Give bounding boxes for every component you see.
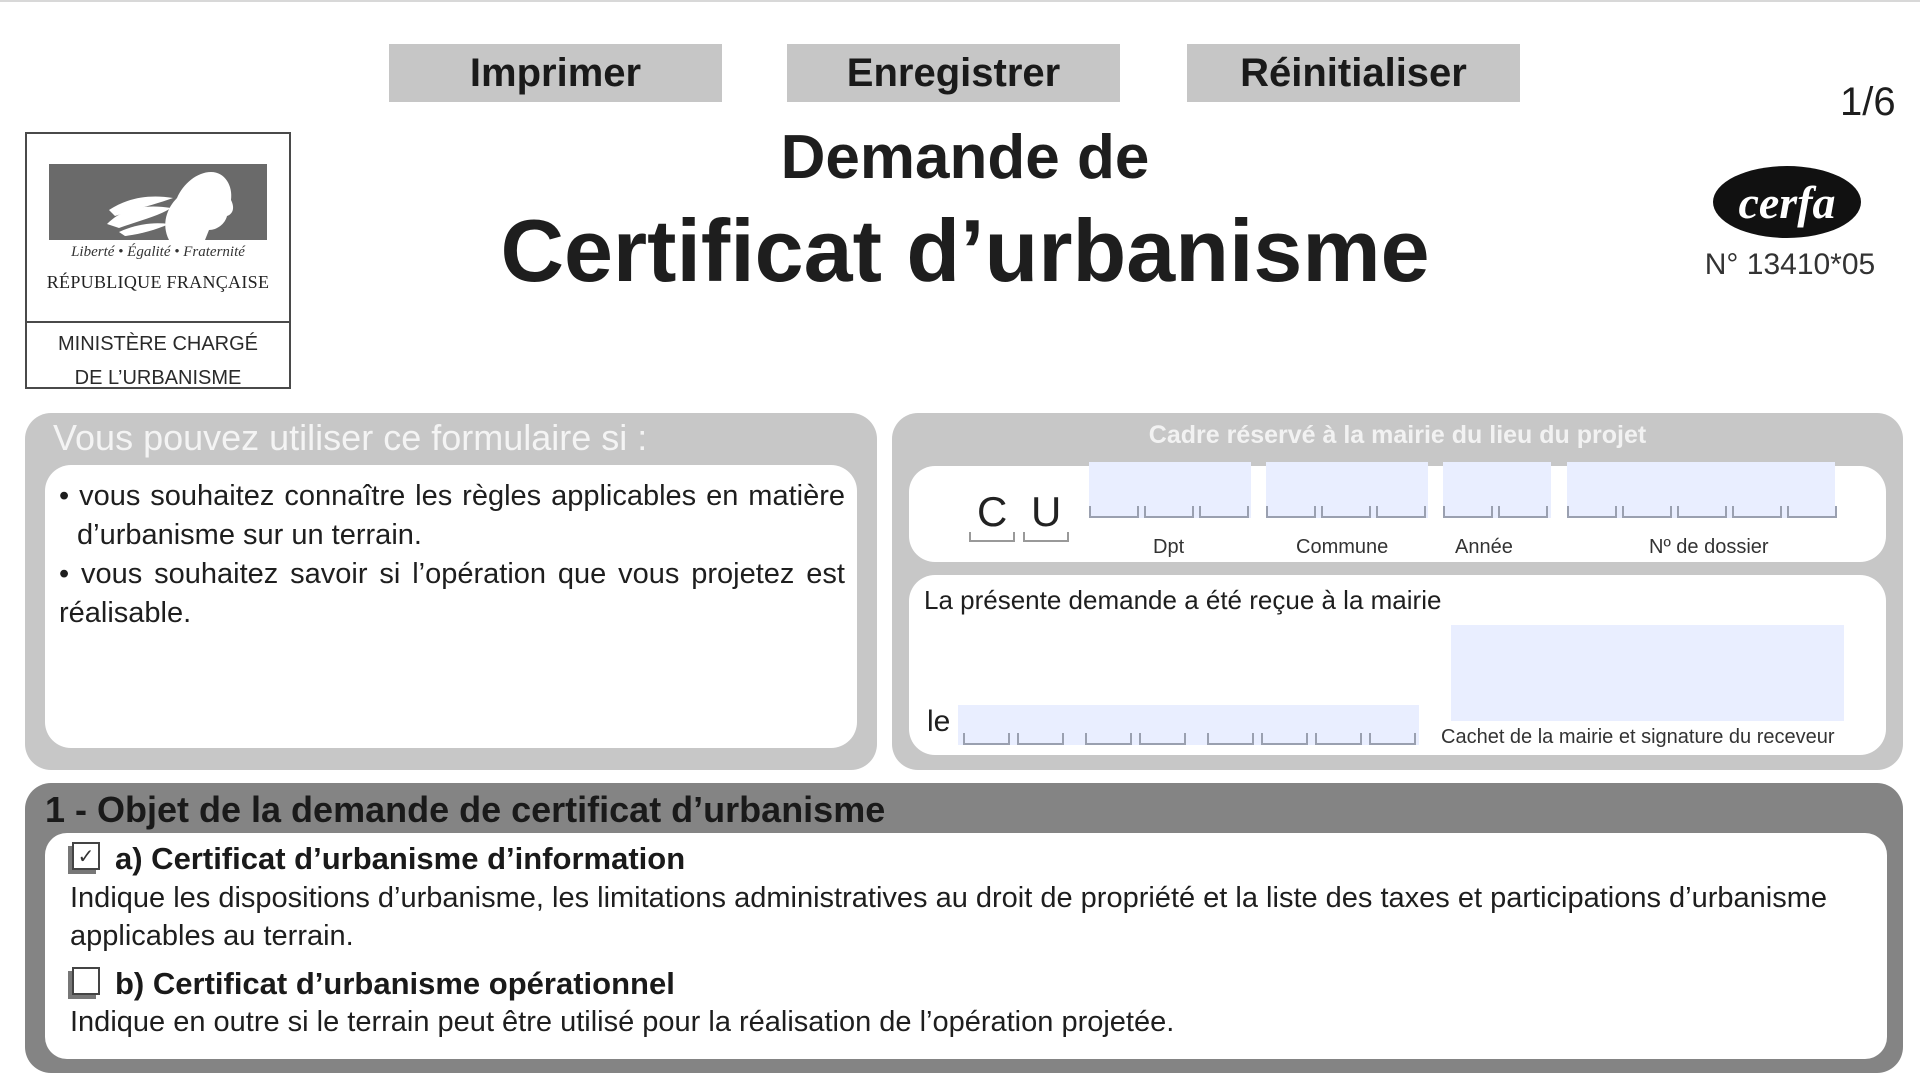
info-certificate-title: a) Certificat d’urbanisme d’information — [115, 841, 686, 876]
page-number: 1/6 — [1840, 80, 1896, 124]
cu-letter-c: C — [977, 488, 1008, 535]
cerfa-number: N° 13410*05 — [1704, 248, 1876, 281]
stamp-caption: Cachet de la mairie et signature du rece… — [1441, 726, 1835, 748]
section-body: ✓ a) Certificat d’urbanisme d’informatio… — [45, 833, 1887, 1059]
ministry-line-1: MINISTÈRE CHARGÉ — [57, 333, 259, 355]
date-slot — [1261, 733, 1308, 745]
reset-button[interactable]: Réinitialiser — [1187, 44, 1520, 102]
mairie-reserved-panel: Cadre réservé à la mairie du lieu du pro… — [892, 413, 1903, 770]
commune-label: Commune — [1296, 536, 1389, 558]
date-slot — [1207, 733, 1254, 745]
cu-letter-u: U — [1031, 488, 1062, 535]
annee-slots — [1443, 506, 1553, 518]
reception-box: La présente demande a été reçue à la mai… — [909, 575, 1886, 755]
dossier-slots — [1567, 506, 1842, 518]
page-title: Certificat d’urbanisme — [500, 201, 1430, 300]
dpt-slots — [1089, 506, 1254, 518]
date-slot — [1369, 733, 1416, 745]
info-certificate-description: Indique les dispositions d’urbanisme, le… — [70, 882, 1828, 952]
usage-bullet: • vous souhaitez savoir si l’opération q… — [59, 558, 845, 629]
ministry-name: MINISTÈRE CHARGÉ DE L’URBANISME — [27, 327, 289, 395]
ministry-logo: Liberté • Égalité • Fraternité RÉPUBLIQU… — [25, 132, 291, 389]
operational-certificate-title: b) Certificat d’urbanisme opérationnel — [115, 966, 675, 1001]
ministry-line-2: DE L’URBANISME — [74, 367, 242, 389]
stamp-field[interactable] — [1451, 625, 1844, 721]
print-button[interactable]: Imprimer — [389, 44, 722, 102]
republic-name: RÉPUBLIQUE FRANÇAISE — [46, 272, 270, 292]
dossier-label: Nº de dossier — [1649, 536, 1769, 558]
date-slot — [1017, 733, 1064, 745]
cerfa-logo: cerfa — [1713, 166, 1861, 238]
operational-certificate-description: Indique en outre si le terrain peut être… — [70, 1006, 1175, 1038]
operational-certificate-checkbox[interactable] — [72, 967, 100, 995]
usage-panel: Vous pouvez utiliser ce formulaire si : … — [25, 413, 877, 770]
cu-letter-slot — [1023, 532, 1069, 542]
save-button[interactable]: Enregistrer — [787, 44, 1120, 102]
usage-bullet: • vous souhaitez connaître les règles ap… — [59, 480, 845, 551]
date-slot — [963, 733, 1010, 745]
info-certificate-checkbox[interactable]: ✓ — [72, 842, 100, 870]
section-heading: 1 - Objet de la demande de certificat d’… — [45, 789, 886, 830]
date-label: le — [927, 705, 951, 738]
commune-slots — [1266, 506, 1431, 518]
marianne-icon — [49, 164, 267, 240]
cu-letter-slot — [969, 532, 1015, 542]
page-title-prefix: Demande de — [780, 123, 1150, 192]
cu-number-box: C U Dpt Commune Année Nº de dossier — [909, 462, 1886, 562]
top-border — [0, 0, 1920, 2]
logo-divider — [27, 321, 289, 323]
mairie-panel-heading: Cadre réservé à la mairie du lieu du pro… — [1148, 421, 1647, 449]
annee-label: Année — [1455, 536, 1513, 558]
received-text: La présente demande a été reçue à la mai… — [924, 585, 1442, 615]
date-slot — [1085, 733, 1132, 745]
dpt-label: Dpt — [1153, 536, 1185, 558]
date-slot — [1315, 733, 1362, 745]
republic-motto: Liberté • Égalité • Fraternité — [71, 244, 245, 260]
section-object: 1 - Objet de la demande de certificat d’… — [25, 783, 1903, 1073]
date-slot — [1139, 733, 1186, 745]
usage-panel-body: • vous souhaitez connaître les règles ap… — [45, 465, 857, 748]
usage-panel-heading: Vous pouvez utiliser ce formulaire si : — [53, 417, 648, 458]
